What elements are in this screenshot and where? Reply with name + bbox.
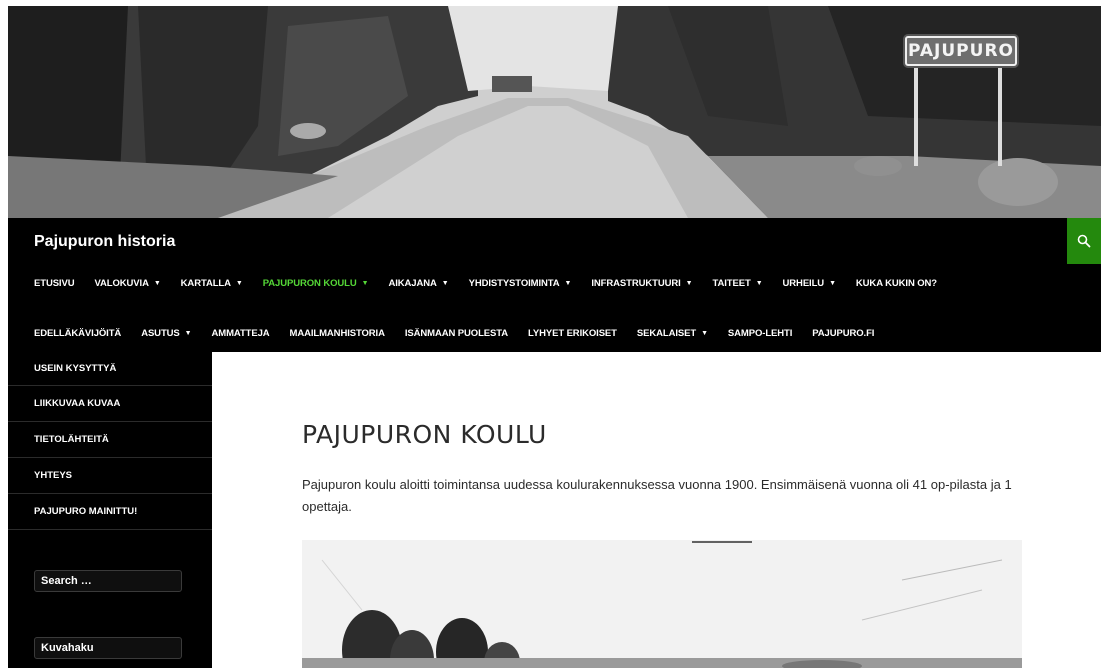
nav-item-kuka-kukin-on[interactable]: KUKA KUKIN ON? [856,278,937,289]
sidebar-link-usein-kysyttya[interactable]: USEIN KYSYTTYÄ [8,352,212,386]
caret-down-icon: ▼ [701,330,708,337]
nav-item-etusivu[interactable]: ETUSIVU [34,278,75,289]
sign-post-left [914,66,918,166]
school-photo[interactable] [302,540,1022,668]
masthead: Pajupuron historia ETUSIVU VALOKUVIA ▼ KART… [8,218,1101,352]
nav-item-urheilu[interactable]: URHEILU ▼ [783,278,836,289]
page-title: PAJUPURON KOULU [302,420,547,449]
nav-item-label: AIKAJANA [388,278,437,289]
nav-item-label: SEKALAISET [636,328,697,339]
nav-item-sekalaiset[interactable]: SEKALAISET ▼ [637,328,708,339]
nav-item-label: LYHYET ERIKOISET [528,328,617,339]
nav-item-label: EDELLÄKÄVIJÖITÄ [34,328,122,339]
nav-item-label: SAMPO-LEHTI [727,328,793,339]
sidebar-link-tietolahteita[interactable]: TIETOLÄHTEITÄ [8,422,212,458]
caret-down-icon: ▼ [564,280,572,287]
nav-item-label: INFRASTRUKTUURI [591,278,681,289]
sidebar-link-liikkuvaa-kuvaa[interactable]: LIIKKUVAA KUVAA [8,386,212,422]
nav-item-taiteet[interactable]: TAITEET ▼ [713,278,763,289]
caret-down-icon: ▼ [184,330,192,337]
nav-item-infrastruktuuri[interactable]: INFRASTRUKTUURI ▼ [591,278,692,289]
nav-item-yhdistystoiminta[interactable]: YHDISTYSTOIMINTA ▼ [469,278,572,289]
nav-item-kartalla[interactable]: KARTALLA ▼ [181,278,243,289]
primary-nav-row-1: ETUSIVU VALOKUVIA ▼ KARTALLA ▼ PAJUPURON KOUL… [34,278,957,289]
intro-paragraph: Pajupuron koulu aloitti toimintansa uude… [302,477,1012,514]
nav-item-asutus[interactable]: ASUTUS ▼ [141,328,191,339]
sidebar-image-search-input[interactable] [34,637,182,659]
caret-down-icon: ▼ [755,280,763,287]
search-icon [1077,234,1091,248]
nav-item-label: ISÄNMAAN PUOLESTA [404,328,509,339]
nav-item-label: MAAILMANHISTORIA [289,328,385,339]
nav-item-label: ASUTUS [141,328,180,339]
nav-item-label: YHDISTYSTOIMINTA [468,278,560,289]
nav-item-label: VALOKUVIA [94,278,149,289]
nav-item-isanmaan-puolesta[interactable]: ISÄNMAAN PUOLESTA [405,328,508,339]
nav-item-pajupuro-fi[interactable]: PAJUPURO.FI [812,328,874,339]
nav-item-label: URHEILU [782,278,825,289]
caret-down-icon: ▼ [235,280,243,287]
sidebar-link-yhteys[interactable]: YHTEYS [8,458,212,494]
nav-item-label: PAJUPURON KOULU [262,278,357,289]
nav-item-label: KARTALLA [180,278,231,289]
sidebar-link-pajupuro-mainittu[interactable]: PAJUPURO MAINITTU! [8,494,212,530]
nav-item-aikajana[interactable]: AIKAJANA ▼ [388,278,448,289]
nav-item-sampo-lehti[interactable]: SAMPO-LEHTI [728,328,792,339]
sidebar: USEIN KYSYTTYÄ LIIKKUVAA KUVAA TIETOLÄHT… [8,352,212,668]
caret-down-icon: ▼ [153,280,161,287]
caret-down-icon: ▼ [361,280,369,287]
primary-nav-row-2: EDELLÄKÄVIJÖITÄ ASUTUS ▼ AMMATTEJA MAAILMANH… [34,328,894,339]
search-toggle-button[interactable] [1067,218,1101,264]
nav-item-edellakavijoita[interactable]: EDELLÄKÄVIJÖITÄ [34,328,121,339]
nav-item-label: TAITEET [712,278,751,289]
nav-item-lyhyet-erikoiset[interactable]: LYHYET ERIKOISET [528,328,617,339]
sidebar-search-input[interactable] [34,570,182,592]
nav-item-label: KUKA KUKIN ON? [855,278,938,289]
caret-down-icon: ▼ [441,280,449,287]
road-sign: PAJUPURO [905,36,1017,66]
header-image[interactable]: PAJUPURO [8,6,1101,218]
nav-item-label: PAJUPURO.FI [812,328,875,339]
school-photo-scene [302,540,1022,668]
nav-item-valokuvia[interactable]: VALOKUVIA ▼ [94,278,160,289]
nav-item-label: ETUSIVU [34,278,75,289]
site-title[interactable]: Pajupuron historia [34,233,175,251]
sign-post-right [998,66,1002,166]
caret-down-icon: ▼ [685,280,693,287]
nav-item-pajupuron-koulu[interactable]: PAJUPURON KOULU ▼ [263,278,369,289]
caret-down-icon: ▼ [829,280,836,287]
nav-item-maailmanhistoria[interactable]: MAAILMANHISTORIA [290,328,385,339]
nav-item-label: AMMATTEJA [211,328,270,339]
nav-item-ammatteja[interactable]: AMMATTEJA [212,328,270,339]
